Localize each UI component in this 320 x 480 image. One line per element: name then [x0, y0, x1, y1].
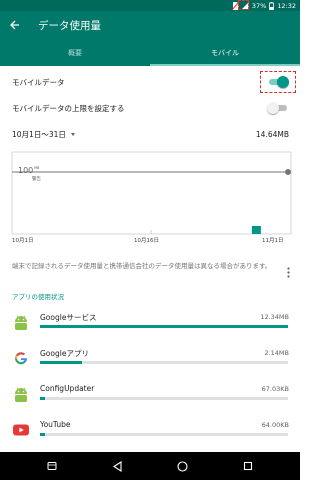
warning-unit: MB	[34, 166, 40, 170]
app-size: 12.34MB	[260, 313, 289, 321]
status-marker	[238, 0, 249, 10]
android-icon	[12, 385, 30, 403]
app-usage-bar	[40, 361, 288, 364]
app-usage-fill	[40, 361, 83, 364]
mobile-data-label: モバイルデータ	[12, 77, 65, 87]
back-arrow-icon[interactable]	[0, 11, 30, 39]
x-tick-mid: 10月16日	[134, 237, 159, 244]
status-bar: 37% 12:32	[0, 0, 300, 11]
app-size: 2.14MB	[264, 349, 289, 357]
home-icon[interactable]	[177, 460, 188, 472]
data-usage-note: 端末で記録されるデータ使用量と携帯通信会社のデータ使用量は異なる場合があります。	[12, 262, 272, 270]
app-row-youtube[interactable]: YouTube 64.00KB	[0, 414, 300, 450]
x-tick-start: 10月1日	[12, 237, 34, 244]
recents-icon[interactable]	[243, 461, 253, 471]
battery-percent: 37%	[251, 1, 267, 10]
app-usage-fill	[40, 325, 288, 328]
back-icon[interactable]	[112, 460, 123, 472]
app-name: Googleサービス	[40, 313, 97, 322]
app-name: ConfigUpdater	[40, 384, 95, 393]
warning-label: 警告	[32, 175, 41, 182]
switch-highlight-marker	[260, 71, 296, 93]
mobile-data-row[interactable]: モバイルデータ	[0, 70, 300, 94]
navigation-bar	[0, 452, 300, 480]
screenshot-icon[interactable]	[47, 461, 57, 471]
app-name: Googleアプリ	[40, 349, 89, 358]
tab-mobile[interactable]: モバイル	[150, 39, 300, 66]
cycle-row: 10月1日〜31日 14.64MB	[0, 123, 300, 145]
youtube-icon	[12, 421, 30, 439]
app-row-google-services[interactable]: Googleサービス 12.34MB	[0, 306, 300, 342]
chart-frame	[11, 151, 292, 235]
app-name: YouTube	[40, 420, 71, 429]
app-size: 64.00KB	[261, 421, 289, 429]
data-limit-switch[interactable]	[267, 102, 289, 114]
app-usage-fill	[40, 397, 45, 400]
x-tick-end: 11月1日	[262, 237, 284, 244]
app-usage-bar	[40, 433, 288, 436]
section-title-app-usage: アプリの使用状況	[12, 293, 64, 301]
tab-bar: 概要 モバイル	[0, 39, 300, 66]
clock: 12:32	[277, 1, 296, 10]
usage-bar	[251, 226, 261, 234]
warning-handle[interactable]	[285, 169, 291, 175]
google-g-icon	[12, 349, 30, 367]
app-usage-fill	[40, 433, 45, 436]
usage-chart-svg: 100 MB 警告 10月1日 10月16日 11月1日	[11, 151, 292, 244]
data-limit-label: モバイルデータの上限を設定する	[12, 103, 125, 113]
tab-overview[interactable]: 概要	[0, 39, 150, 66]
usage-chart: 100 MB 警告 10月1日 10月16日 11月1日	[11, 151, 292, 244]
page-title: データ使用量	[38, 19, 101, 32]
warning-value: 100	[18, 166, 33, 175]
data-limit-row[interactable]: モバイルデータの上限を設定する	[0, 96, 300, 120]
battery-icon	[269, 1, 275, 10]
app-row-google-app[interactable]: Googleアプリ 2.14MB	[0, 342, 300, 378]
app-bar: データ使用量	[0, 11, 300, 39]
cycle-dropdown[interactable]: 10月1日〜31日	[12, 129, 75, 140]
cycle-range: 10月1日〜31日	[12, 129, 66, 139]
app-usage-bar	[40, 325, 288, 328]
cycle-total: 14.64MB	[255, 129, 289, 139]
app-size: 67.03KB	[261, 385, 289, 393]
app-usage-bar	[40, 397, 288, 400]
app-row-configupdater[interactable]: ConfigUpdater 67.03KB	[0, 378, 300, 414]
android-icon	[12, 313, 30, 331]
dropdown-arrow-icon	[70, 132, 75, 136]
